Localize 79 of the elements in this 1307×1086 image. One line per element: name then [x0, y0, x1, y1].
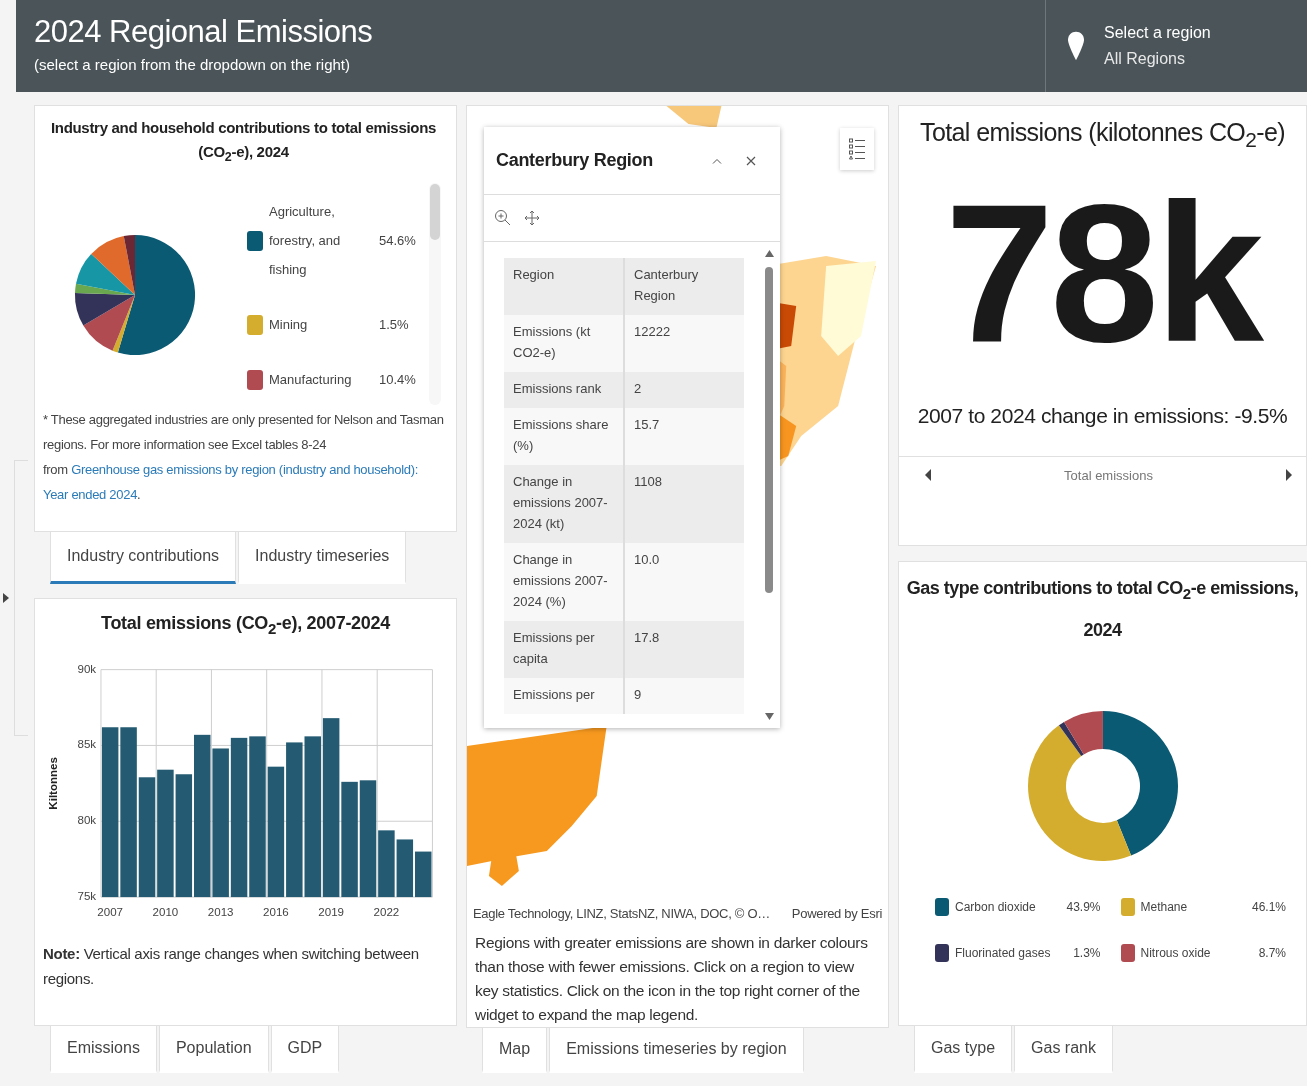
tab[interactable]: Gas rank [1014, 1025, 1113, 1073]
selector-label: Select a region [1104, 24, 1211, 42]
caret-icon [3, 593, 9, 603]
tab[interactable]: GDP [270, 1025, 340, 1073]
axis-tick-label: 75k [77, 890, 97, 903]
tab[interactable]: Industry contributions [50, 532, 237, 584]
axis-tick-label: 2019 [318, 906, 344, 919]
legend-label: Mining [269, 316, 309, 334]
axis-title: Kiltonnes [46, 757, 59, 810]
move-icon [524, 210, 540, 226]
chevron-up-icon [712, 157, 722, 164]
dashboard-title: 2024 Regional Emissions [34, 14, 374, 50]
chart-title: Gas type contributions to total CO$_{2}$-e emissions, 2024 [905, 577, 1300, 642]
chart-title: Total emissions (CO$_{2}$-e), 2007-2024 [100, 611, 392, 639]
scrollbar[interactable] [764, 250, 774, 720]
legend-label: Fluorinated gases [955, 945, 1052, 960]
report-link[interactable]: Greenhouse gas emissions by region (industry and household): [71, 457, 419, 482]
legend-label: Manufacturing [269, 371, 353, 389]
scroll-down-icon[interactable] [764, 713, 774, 720]
legend-value: 43.9% [1066, 899, 1101, 914]
map-attribution: Eagle Technology, LINZ, StatsNZ, NIWA, DOC, © O… [473, 906, 770, 921]
table-cell-text: 10.0 [633, 551, 661, 569]
legend-button[interactable] [840, 128, 874, 170]
tab[interactable]: Industry timeseries [238, 532, 407, 584]
tab[interactable]: Emissions [50, 1025, 157, 1073]
axis-tick-label: 2013 [207, 906, 234, 919]
zoom-in-icon [494, 209, 512, 227]
tab[interactable]: Population [158, 1025, 269, 1073]
table-cell-text: 2 [633, 380, 643, 398]
axis-tick-label: 2022 [373, 906, 400, 919]
pan-button[interactable] [522, 208, 542, 228]
tab[interactable]: Map [482, 1028, 548, 1073]
dashboard-subtitle: (select a region from the dropdown on the right) [34, 56, 351, 73]
axis-tick-label: 85k [77, 738, 97, 751]
axis-tick-label: 80k [77, 814, 97, 827]
table-cell: Emissions per [504, 678, 625, 714]
footnote-text: . [137, 486, 141, 504]
footnote-text: from [43, 461, 68, 479]
tab[interactable]: Gas type [914, 1025, 1013, 1073]
table-cell-text: 12222 [633, 323, 672, 341]
selector-value: All Regions [1104, 50, 1186, 68]
axis-tick-label: 2016 [263, 906, 289, 919]
legend-label: Carbon dioxide [955, 899, 1037, 914]
table-cell-text: 17.8 [633, 629, 661, 647]
axis-tick-label: 2010 [152, 906, 179, 919]
bar [415, 851, 432, 898]
table-cell-text: 9 [633, 686, 643, 704]
close-icon [746, 155, 756, 166]
popup-title: Canterbury Region [496, 150, 654, 171]
legend-value: 8.7% [1258, 945, 1286, 960]
legend-label: Methane [1140, 899, 1189, 914]
note-text: Note: Vertical axis range changes when switching between regions. [43, 944, 420, 990]
axis-tick-label: 90k [77, 662, 97, 675]
table-cell-text: Canterbury Region [633, 266, 700, 305]
legend-label: Agriculture, forestry, and fishing [269, 203, 342, 279]
region-selector[interactable]: Select a region All Regions [1045, 0, 1307, 92]
pin-icon [1068, 31, 1084, 61]
legend-value: 1.3% [1073, 945, 1101, 960]
legend-value: 1.5% [379, 317, 409, 332]
bar [396, 839, 414, 898]
table-cell-text: 15.7 [633, 416, 661, 434]
legend-value: 46.1% [1251, 899, 1286, 914]
caret-left-icon [925, 469, 931, 481]
list-icon [849, 138, 865, 160]
legend-value: 54.6% [379, 233, 416, 248]
tab[interactable]: Emissions timeseries by region [549, 1028, 804, 1073]
indicator-value: 78k [945, 174, 1260, 374]
table-cell-text: 1108 [633, 473, 663, 491]
change-text: 2007 to 2024 change in emissions: -9.5% [917, 404, 1288, 428]
powered-by-text: Powered by Esri [791, 906, 882, 921]
axis-tick-label: 2007 [97, 906, 123, 919]
legend-value: 10.4% [379, 372, 416, 387]
legend-label: Nitrous oxide [1140, 945, 1212, 960]
indicator-title: Total emissions (kilotonnes CO$_{2}$-e) [920, 118, 1285, 152]
caret-right-icon [1286, 469, 1292, 481]
chart-title: Industry and household contributions to total emissions (CO$_{2}$-e), 2024 [49, 118, 438, 166]
indicator-name: Total emissions [1064, 467, 1153, 483]
scrollbar[interactable] [429, 183, 441, 405]
map-description: Regions with greater emissions are shown in darker colours than those with fewer emissions. Click on a region to view key statistics. Click on the icon in the top right corner of the widget to expand the map legend. [474, 933, 869, 1025]
